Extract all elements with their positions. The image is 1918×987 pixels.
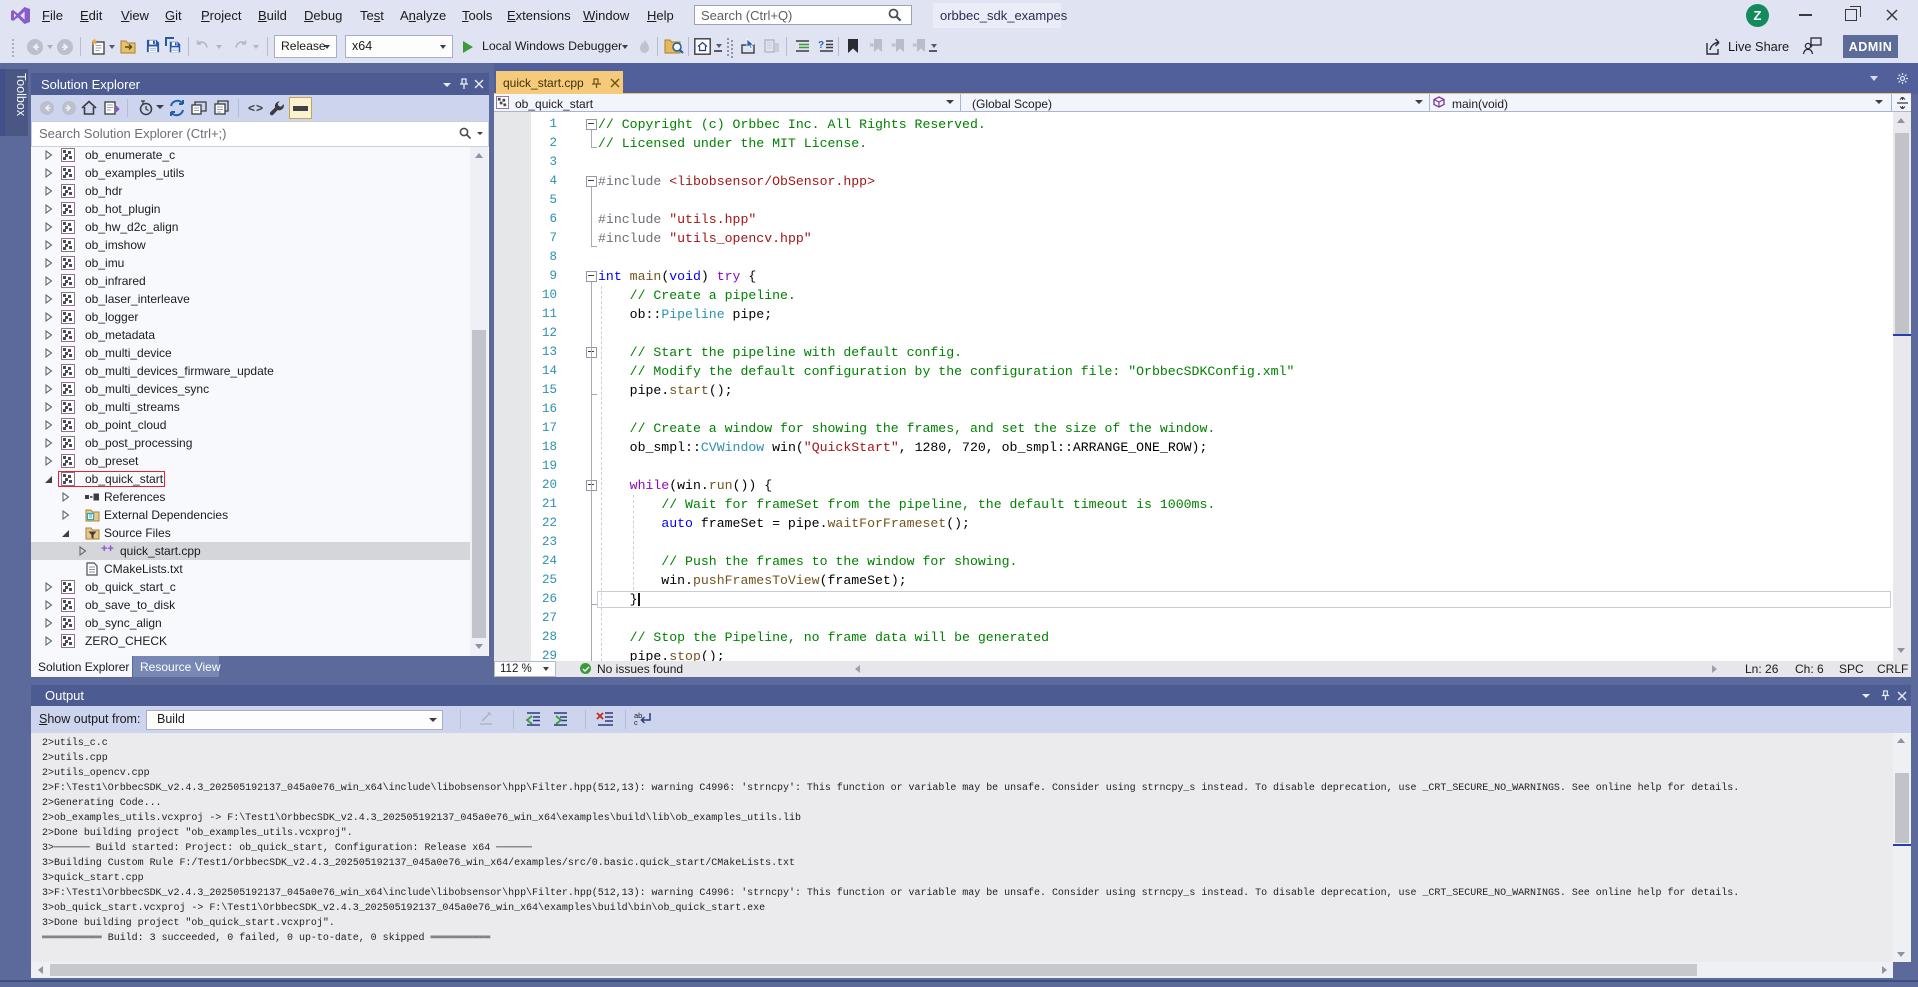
svg-text:c: c	[634, 718, 638, 727]
svg-text:?: ?	[818, 40, 824, 51]
